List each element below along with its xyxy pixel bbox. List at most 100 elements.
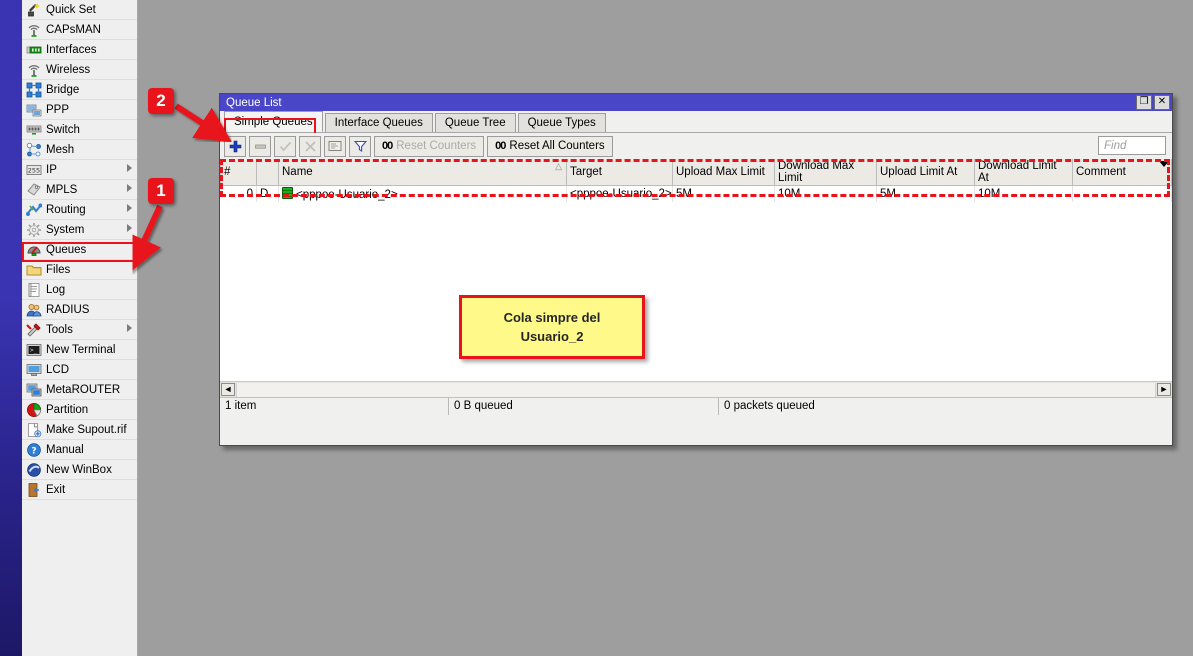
capsman-icon: [26, 22, 42, 38]
mesh-icon: [26, 142, 42, 158]
add-button[interactable]: [224, 136, 246, 157]
column-header-label: Target: [570, 166, 602, 178]
sidebar-item-wireless[interactable]: Wireless: [22, 60, 137, 80]
metarouter-icon: [26, 382, 42, 398]
sidebar-item-ppp[interactable]: PPP: [22, 100, 137, 120]
submenu-arrow-icon: [127, 324, 132, 332]
sidebar-item-mesh[interactable]: Mesh: [22, 140, 137, 160]
row-download-limit-at: 10M: [975, 186, 1073, 203]
sidebar-item-label: RADIUS: [46, 304, 89, 316]
reset-counters-button[interactable]: 00 Reset Counters: [374, 136, 484, 157]
chevron-down-icon[interactable]: [1159, 161, 1169, 167]
sidebar-item-label: PPP: [46, 104, 69, 116]
sidebar-item-quick-set[interactable]: Quick Set: [22, 0, 137, 20]
wireless-icon: [26, 62, 42, 78]
log-icon: [26, 282, 42, 298]
disable-button[interactable]: [299, 136, 321, 157]
sidebar-item-label: System: [46, 224, 84, 236]
status-bar: 1 item0 B queued0 packets queued: [220, 397, 1172, 414]
tools-icon: [26, 322, 42, 338]
search-placeholder: Find: [1104, 140, 1126, 152]
sidebar-item-metarouter[interactable]: MetaROUTER: [22, 380, 137, 400]
partition-icon: [26, 402, 42, 418]
sidebar-item-label: MPLS: [46, 184, 77, 196]
callout-line-1: Cola simpre del: [504, 310, 601, 325]
horizontal-scrollbar[interactable]: ◄ ►: [220, 381, 1172, 397]
scroll-right-icon[interactable]: ►: [1157, 383, 1171, 396]
sidebar-item-mpls[interactable]: MPLS: [22, 180, 137, 200]
enable-button[interactable]: [274, 136, 296, 157]
tab-simple-queues[interactable]: Simple Queues: [224, 111, 323, 132]
window-titlebar[interactable]: Queue List ❐ ✕: [220, 94, 1172, 111]
sidebar-item-exit[interactable]: Exit: [22, 480, 137, 500]
search-input[interactable]: Find: [1098, 136, 1166, 155]
column-header-upload-limit-at[interactable]: Upload Limit At: [877, 159, 975, 186]
annotation-callout: Cola simpre del Usuario_2: [459, 295, 645, 359]
mesh-icon: [26, 142, 42, 158]
svg-text:?: ?: [31, 446, 36, 456]
svg-text:255: 255: [28, 166, 40, 174]
row-target: <pppoe-Usuario_2>: [567, 186, 673, 203]
sidebar-item-switch[interactable]: Switch: [22, 120, 137, 140]
column-header-flags[interactable]: [257, 159, 279, 186]
filter-button[interactable]: [349, 136, 371, 157]
comment-button[interactable]: [324, 136, 346, 157]
close-icon[interactable]: ✕: [1154, 95, 1170, 110]
sidebar-item-make-supout-rif[interactable]: Make Supout.rif: [22, 420, 137, 440]
winbox-sidebar: RouterOS WinBox Quick SetCAPsMANInterfac…: [0, 0, 137, 656]
sidebar-item-new-terminal[interactable]: >_New Terminal: [22, 340, 137, 360]
sidebar-item-interfaces[interactable]: Interfaces: [22, 40, 137, 60]
arrow-to-simple-queues: [176, 106, 213, 130]
column-header-download-limit-at[interactable]: Download Limit At: [975, 159, 1073, 186]
sidebar-item-log[interactable]: Log: [22, 280, 137, 300]
row-comment: [1073, 186, 1172, 203]
column-header-comment[interactable]: Comment: [1073, 159, 1172, 186]
sidebar-item-label: IP: [46, 164, 57, 176]
sidebar-item-capsman[interactable]: CAPsMAN: [22, 20, 137, 40]
column-header-name[interactable]: Name△: [279, 159, 567, 186]
check-icon: [279, 140, 292, 153]
sidebar-item-system[interactable]: System: [22, 220, 137, 240]
arrow-to-queues: [139, 206, 160, 252]
toolbar: 00 Reset Counters 00 Reset All Counters …: [220, 133, 1172, 159]
row-index: 0: [221, 186, 257, 203]
sidebar-item-manual[interactable]: ?Manual: [22, 440, 137, 460]
column-header-upload-max-limit[interactable]: Upload Max Limit: [673, 159, 775, 186]
sidebar-item-tools[interactable]: Tools: [22, 320, 137, 340]
sidebar-item-label: Queues: [46, 244, 86, 256]
sidebar-item-ip[interactable]: 255 IP: [22, 160, 137, 180]
queue-table: # Name△Target Upload Max LimitDownload Max…: [220, 159, 1172, 202]
table-row[interactable]: 0D<pppoe-Usuario_2><pppoe-Usuario_2>5M10…: [221, 186, 1172, 203]
row-name-label: <pppoe-Usuario_2>: [296, 189, 398, 201]
sidebar-item-label: MetaROUTER: [46, 384, 120, 396]
minus-icon: [254, 140, 267, 153]
sidebar-item-label: CAPsMAN: [46, 24, 101, 36]
tab-queue-types[interactable]: Queue Types: [518, 113, 606, 132]
sidebar-item-partition[interactable]: Partition: [22, 400, 137, 420]
tab-queue-tree[interactable]: Queue Tree: [435, 113, 516, 132]
column-header--[interactable]: #: [221, 159, 257, 186]
sidebar-item-lcd[interactable]: LCD: [22, 360, 137, 380]
sidebar-item-label: Quick Set: [46, 4, 96, 16]
column-header-download-max-limit[interactable]: Download Max Limit: [775, 159, 877, 186]
column-header-target[interactable]: Target: [567, 159, 673, 186]
maximize-icon[interactable]: ❐: [1136, 95, 1152, 110]
quick-set-icon: [26, 2, 42, 18]
remove-button[interactable]: [249, 136, 271, 157]
sidebar-item-bridge[interactable]: Bridge: [22, 80, 137, 100]
sidebar-item-new-winbox[interactable]: New WinBox: [22, 460, 137, 480]
column-header-label: Download Limit At: [978, 160, 1057, 184]
tab-interface-queues[interactable]: Interface Queues: [325, 113, 433, 132]
radius-icon: [26, 302, 42, 318]
files-icon: [26, 262, 42, 278]
scroll-track[interactable]: [236, 383, 1156, 397]
scroll-left-icon[interactable]: ◄: [221, 383, 235, 396]
sidebar-item-routing[interactable]: Routing: [22, 200, 137, 220]
sidebar-item-label: Make Supout.rif: [46, 424, 127, 436]
sidebar-item-files[interactable]: Files: [22, 260, 137, 280]
reset-all-counters-button[interactable]: 00 Reset All Counters: [487, 136, 613, 157]
capsman-icon: [26, 22, 42, 38]
sidebar-item-radius[interactable]: RADIUS: [22, 300, 137, 320]
sidebar-item-queues[interactable]: Queues: [22, 240, 137, 260]
sidebar-item-label: Routing: [46, 204, 86, 216]
